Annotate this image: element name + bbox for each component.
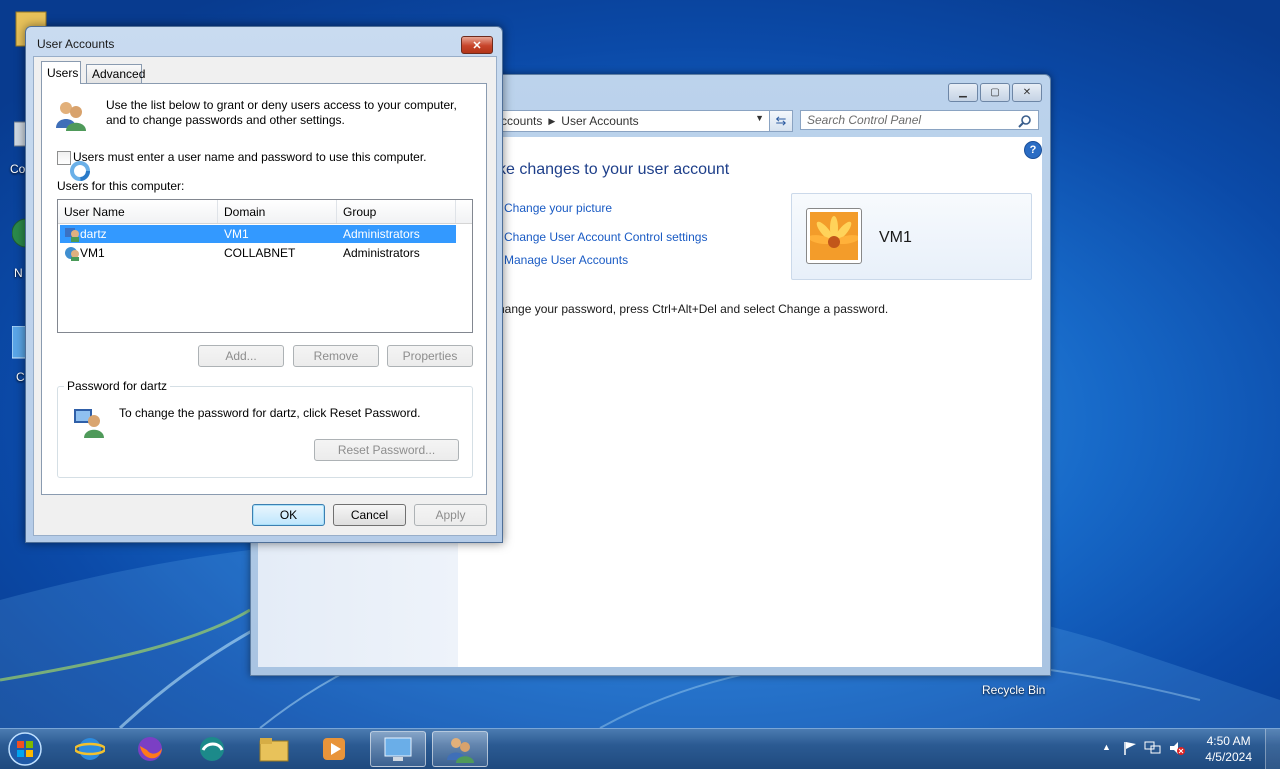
users-list[interactable]: User Name Domain Group dartz VM1 Adminis…	[57, 199, 473, 333]
link-manage-user-accounts[interactable]: Manage User Accounts	[504, 253, 628, 267]
firefox-icon	[138, 737, 162, 761]
media-player-taskbar-button[interactable]	[306, 731, 362, 767]
password-groupbox: Password for dartz To change the passwor…	[57, 379, 473, 478]
search-input[interactable]: Search Control Panel	[800, 110, 1039, 130]
user-accounts-dialog: User Accounts ✕ Users Advanced Use the l…	[25, 26, 503, 543]
link-change-picture[interactable]: Change your picture	[504, 201, 612, 215]
volume-muted-icon[interactable]	[1168, 740, 1186, 756]
media-player-icon	[323, 738, 345, 760]
password-group-label: Password for dartz	[64, 379, 171, 393]
apply-button[interactable]: Apply	[414, 504, 487, 526]
breadcrumb-prefix[interactable]: ccounts	[501, 114, 542, 128]
dialog-client-area: Users Advanced Use the list below to gra…	[33, 56, 497, 536]
cancel-button[interactable]: Cancel	[333, 504, 406, 526]
breadcrumb-arrow-icon[interactable]: ▶	[548, 116, 555, 127]
close-icon: ✕	[472, 39, 482, 52]
refresh-icon: ⇆	[775, 113, 787, 128]
list-header: User Name Domain Group	[58, 200, 472, 224]
close-icon: ✕	[1022, 87, 1032, 98]
add-user-button[interactable]: Add...	[198, 345, 284, 367]
cell-user-name: VM1	[80, 246, 105, 260]
folder-icon	[259, 738, 289, 762]
clock-date: 4/5/2024	[1205, 750, 1252, 764]
tab-advanced[interactable]: Advanced	[86, 64, 145, 83]
show-hidden-icons-icon[interactable]: ▲	[1102, 742, 1111, 752]
search-icon[interactable]	[1018, 114, 1032, 128]
column-user-name[interactable]: User Name	[58, 200, 218, 223]
users-tab-panel: Use the list below to grant or deny user…	[41, 83, 487, 495]
column-domain[interactable]: Domain	[218, 200, 337, 223]
minimize-icon: ▁	[959, 87, 967, 98]
firefox-taskbar-button[interactable]	[122, 731, 178, 767]
remove-user-button[interactable]: Remove	[293, 345, 379, 367]
search-placeholder: Search Control Panel	[807, 113, 922, 127]
users-icon	[447, 738, 474, 763]
ok-button[interactable]: OK	[252, 504, 325, 526]
cell-domain: VM1	[224, 227, 249, 241]
cell-user-name: dartz	[80, 227, 107, 241]
dialog-close-button[interactable]: ✕	[461, 36, 493, 54]
minimize-button[interactable]: ▁	[948, 83, 978, 102]
flower-picture-icon	[808, 212, 860, 260]
desktop-icon-label-computer[interactable]: Co	[10, 162, 25, 176]
address-bar[interactable]: ccounts ▶ User Accounts ▼	[496, 110, 770, 132]
reset-password-button[interactable]: Reset Password...	[314, 439, 459, 461]
user-tile: VM1	[791, 193, 1032, 280]
properties-button[interactable]: Properties	[387, 345, 473, 367]
refresh-button[interactable]: ⇆	[769, 110, 793, 132]
user-picture[interactable]	[806, 208, 862, 264]
system-tray: ▲ 4:50 AM 4/5/2024	[1090, 729, 1280, 769]
table-row[interactable]: VM1 COLLABNET Administrators	[60, 244, 456, 262]
control-panel-icon	[384, 737, 412, 761]
internet-explorer-taskbar-button[interactable]	[62, 731, 118, 767]
password-hint-text: hange your password, press Ctrl+Alt+Del …	[498, 302, 889, 316]
cell-group: Administrators	[343, 227, 420, 241]
start-button[interactable]	[4, 731, 46, 767]
tab-users[interactable]: Users	[41, 61, 81, 84]
user-password-icon	[74, 409, 104, 438]
control-panel-taskbar-button[interactable]	[370, 731, 426, 767]
clock[interactable]: 4:50 AM 4/5/2024	[1205, 733, 1252, 765]
user-icon	[65, 247, 79, 261]
user-icon	[65, 228, 79, 242]
breadcrumb-current[interactable]: User Accounts	[561, 114, 638, 128]
maximize-button[interactable]: ▢	[980, 83, 1010, 102]
link-uac-settings[interactable]: Change User Account Control settings	[504, 230, 707, 244]
address-dropdown-icon[interactable]: ▼	[755, 113, 764, 123]
password-instruction: To change the password for dartz, click …	[119, 406, 421, 420]
users-icon	[56, 102, 86, 131]
intro-line-2: and to change passwords and other settin…	[106, 113, 345, 127]
action-center-flag-icon[interactable]	[1122, 740, 1138, 756]
network-status-icon[interactable]	[1144, 740, 1162, 756]
column-group[interactable]: Group	[337, 200, 456, 223]
show-desktop-button[interactable]	[1265, 729, 1280, 769]
intro-text: Use the list below to grant or deny user…	[106, 98, 457, 128]
window-caption-buttons: ▁ ▢ ✕	[948, 83, 1042, 102]
taskbar: ▲ 4:50 AM 4/5/2024	[0, 728, 1280, 769]
desktop-icon-label-network[interactable]: N	[14, 266, 23, 280]
page-title: ke changes to your user account	[498, 161, 730, 178]
table-row[interactable]: dartz VM1 Administrators	[60, 225, 456, 243]
cell-domain: COLLABNET	[224, 246, 296, 260]
app-taskbar-button[interactable]	[184, 731, 240, 767]
close-button[interactable]: ✕	[1012, 83, 1042, 102]
globe-app-icon	[200, 737, 224, 761]
user-name-label: VM1	[879, 229, 912, 246]
internet-explorer-icon	[75, 738, 105, 760]
require-login-label[interactable]: Users must enter a user name and passwor…	[73, 150, 427, 164]
desktop-icon-label-recycle-bin[interactable]: Recycle Bin	[982, 683, 1045, 697]
intro-line-1: Use the list below to grant or deny user…	[106, 98, 457, 112]
dialog-title: User Accounts	[37, 37, 115, 51]
help-icon[interactable]: ?	[1024, 141, 1042, 159]
explorer-taskbar-button[interactable]	[246, 731, 302, 767]
cell-group: Administrators	[343, 246, 420, 260]
clock-time: 4:50 AM	[1206, 734, 1251, 748]
user-accounts-taskbar-button[interactable]	[432, 731, 488, 767]
desktop-icon-label-control-panel[interactable]: C	[16, 370, 25, 384]
maximize-icon: ▢	[990, 87, 1000, 98]
users-for-computer-label: Users for this computer:	[57, 179, 185, 193]
